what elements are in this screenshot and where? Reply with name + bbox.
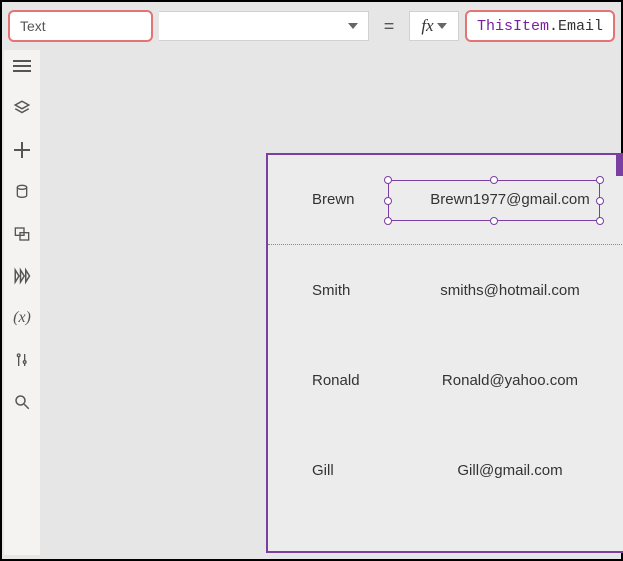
gallery-template-row[interactable]: Brewn Brewn1977@gmail.com <box>268 155 623 245</box>
ai-icon[interactable] <box>12 266 32 286</box>
chevron-down-icon <box>437 23 447 29</box>
design-canvas[interactable]: Brewn Brewn1977@gmail.com Smith smiths@h… <box>40 50 619 555</box>
formula-bar: Text = fx ThisItem . Email <box>4 6 619 46</box>
gallery-control[interactable]: Brewn Brewn1977@gmail.com Smith smiths@h… <box>266 153 623 553</box>
hamburger-icon[interactable] <box>12 56 32 76</box>
formula-token-dot: . <box>549 18 558 35</box>
email-label: Gill@gmail.com <box>415 462 605 479</box>
formula-token-member: Email <box>558 18 603 35</box>
name-label: Smith <box>312 282 350 299</box>
formula-token-object: ThisItem <box>477 18 549 35</box>
property-dropdown-extra[interactable] <box>159 11 369 41</box>
layers-icon[interactable] <box>12 98 32 118</box>
name-label: Gill <box>312 462 334 479</box>
resize-handle[interactable] <box>490 176 498 184</box>
fx-button[interactable]: fx <box>409 11 459 41</box>
gallery-row: Gill Gill@gmail.com <box>268 425 623 515</box>
resize-handle[interactable] <box>490 217 498 225</box>
fx-icon: fx <box>421 16 433 36</box>
media-icon[interactable] <box>12 224 32 244</box>
resize-handle[interactable] <box>596 176 604 184</box>
property-dropdown[interactable]: Text <box>8 10 153 42</box>
resize-handle[interactable] <box>384 217 392 225</box>
name-label: Ronald <box>312 372 360 389</box>
variables-icon[interactable]: (x) <box>12 308 32 328</box>
left-nav-rail: (x) <box>4 50 40 555</box>
search-icon[interactable] <box>12 392 32 412</box>
email-label[interactable]: Brewn1977@gmail.com <box>415 191 605 208</box>
resize-handle[interactable] <box>384 197 392 205</box>
plus-icon[interactable] <box>12 140 32 160</box>
name-label[interactable]: Brewn <box>312 191 355 208</box>
email-label: Ronald@yahoo.com <box>415 372 605 389</box>
resize-handle[interactable] <box>596 217 604 225</box>
resize-handle[interactable] <box>384 176 392 184</box>
app-frame: Text = fx ThisItem . Email <box>0 0 623 561</box>
gallery-row: Smith smiths@hotmail.com <box>268 245 623 335</box>
chevron-down-icon <box>348 23 358 29</box>
equals-label: = <box>375 16 403 37</box>
property-dropdown-value: Text <box>20 18 46 34</box>
formula-input[interactable]: ThisItem . Email <box>465 10 615 42</box>
tools-icon[interactable] <box>12 350 32 370</box>
database-icon[interactable] <box>12 182 32 202</box>
email-label: smiths@hotmail.com <box>415 282 605 299</box>
gallery-row: Ronald Ronald@yahoo.com F <box>268 335 623 425</box>
